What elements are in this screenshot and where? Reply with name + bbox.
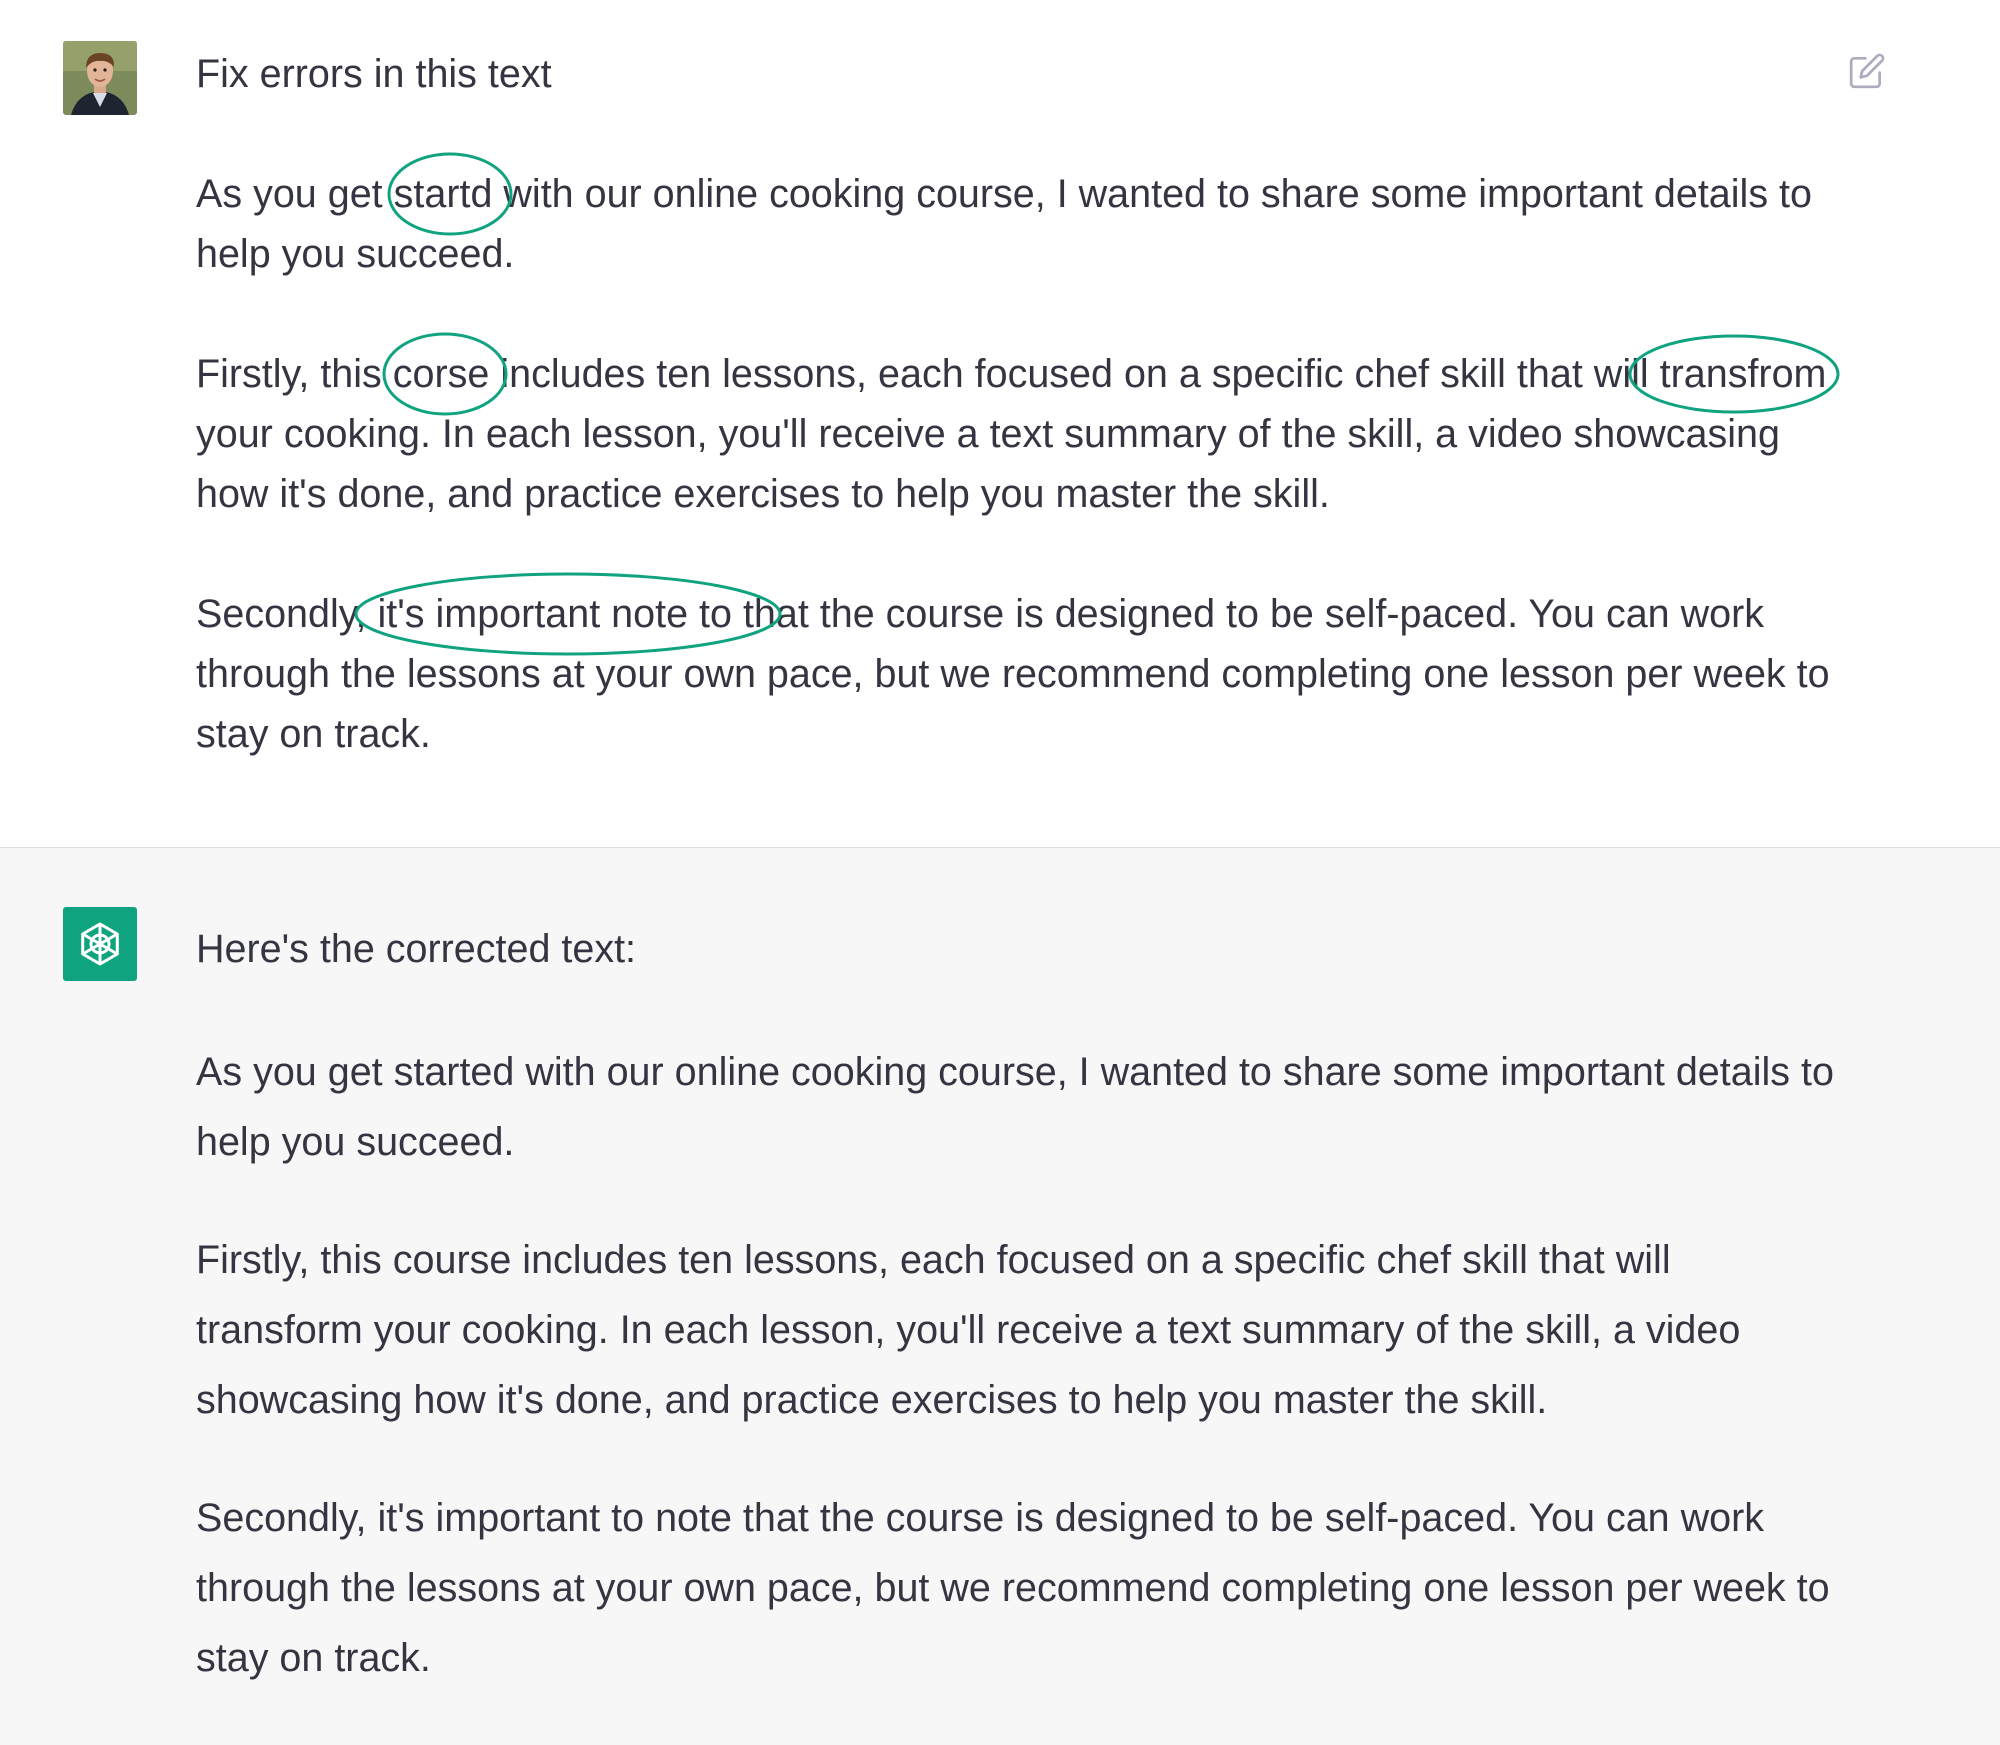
text-segment: your cooking. In each lesson, you'll rec… [196,412,1780,516]
user-message-body: Fix errors in this text As you get start… [196,44,1840,824]
user-paragraph: Secondly, it's important note to that th… [196,572,1836,764]
error-word: transfrom [1659,352,1827,396]
text-segment: Firstly, this [196,352,393,396]
error-mark: transfrom [1628,334,1840,414]
assistant-intro: Here's the corrected text: [196,927,637,971]
error-mark: startd [387,152,513,236]
edit-button[interactable] [1845,49,1889,93]
assistant-paragraph: Secondly, it's important to note that th… [196,1496,1830,1680]
text-segment: includes ten lessons, each focused on a … [489,352,1660,396]
error-phrase: it's important note to [377,592,732,636]
assistant-message: Here's the corrected text: As you get st… [0,848,2000,1745]
user-message: Fix errors in this text As you get start… [0,0,2000,848]
error-mark: corse [382,332,508,416]
openai-logo-icon [81,922,119,966]
error-word: startd [393,172,493,216]
user-avatar [63,41,137,115]
edit-icon [1849,53,1885,89]
assistant-avatar [63,907,137,981]
error-word: corse [392,352,490,396]
text-segment: Secondly, [196,592,378,636]
error-mark: it's important note to [354,572,782,656]
assistant-paragraph: As you get started with our online cooki… [196,1050,1834,1164]
assistant-message-body: Here's the corrected text: As you get st… [196,919,1836,1741]
user-paragraph: As you get startd with our online cookin… [196,152,1836,284]
text-segment: As you get [196,172,394,216]
user-paragraph: Firstly, this corse includes ten lessons… [196,332,1840,524]
assistant-paragraph: Firstly, this course includes ten lesson… [196,1238,1741,1422]
user-prompt: Fix errors in this text [196,52,552,96]
